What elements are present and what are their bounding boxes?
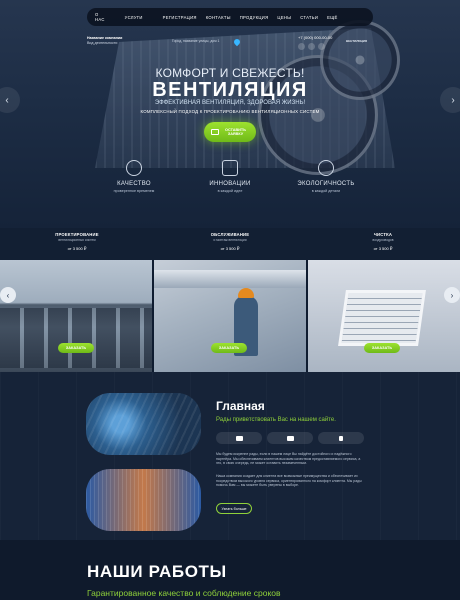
about-ok-button[interactable] — [318, 432, 364, 444]
about-paragraph-1: Мы будем искренне рады, если в нашем лиц… — [216, 452, 361, 466]
feature-subtitle: в каждой детали — [311, 189, 341, 193]
hero-subtitle: ЭФФЕКТИВНАЯ ВЕНТИЛЯЦИЯ, ЗДОРОВАЯ ЖИЗНЬ! — [154, 100, 306, 106]
duct-image — [154, 270, 306, 288]
feature-title: КАЧЕСТВО — [117, 181, 151, 187]
service-price: от 3 500 ₽ — [220, 246, 240, 251]
about-paragraph-2: Наша компания создает для клиента все во… — [216, 474, 362, 488]
address-text: Город, название улицы, дом 1 — [172, 39, 220, 43]
hero-tagline: КОМПЛЕКСНЫЙ ПОДХОД К ПРОЕКТИРОВАНИЮ ВЕНТ… — [140, 109, 320, 114]
fan-blades-image — [86, 469, 201, 531]
leave-request-label: ОСТАВИТЬ ЗАЯВКУ — [225, 127, 246, 137]
service-subtitle: воздуховодов — [372, 238, 394, 242]
feature-quality: КАЧЕСТВО проверенное временем — [89, 160, 179, 193]
feature-title: ИННОВАЦИИ — [209, 181, 251, 187]
nav-item-more[interactable]: ЕЩЁ — [327, 15, 337, 20]
service-maintenance: ОБСЛУЖИВАНИЕ и монтаж вентиляции от 3 50… — [155, 232, 305, 251]
nav-item-products[interactable]: ПРОДУКЦИЯ — [240, 15, 269, 20]
service-title: ПРОЕКТИРОВАНИЕ — [55, 232, 99, 237]
leave-request-button[interactable]: ОСТАВИТЬ ЗАЯВКУ — [204, 122, 256, 142]
youtube-icon — [235, 435, 243, 441]
nav-item-articles[interactable]: СТАТЬИ — [300, 15, 318, 20]
service-cleaning: ЧИСТКА воздуховодов от 3 500 ₽ — [308, 232, 458, 251]
page: О НАС УСЛУГИ РЕГИСТРАЦИЯ КОНТАКТЫ ПРОДУК… — [0, 0, 460, 600]
hard-hat-image — [238, 288, 254, 298]
eco-icon — [318, 160, 334, 176]
nav-item-services[interactable]: УСЛУГИ — [125, 15, 143, 20]
whatsapp-icon[interactable] — [298, 43, 305, 50]
hero-section: О НАС УСЛУГИ РЕГИСТРАЦИЯ КОНТАКТЫ ПРОДУК… — [0, 0, 460, 228]
logo[interactable]: ВЕНТИЛЯЦИЯ — [346, 39, 367, 44]
telegram-icon[interactable] — [308, 43, 315, 50]
feature-title: ЭКОЛОГИЧНОСТЬ — [297, 181, 355, 187]
service-subtitle: вентиляционных систем — [58, 238, 96, 242]
about-vk-button[interactable] — [267, 432, 313, 444]
envelope-icon — [210, 129, 219, 135]
nav-item-about[interactable]: О НАС — [95, 12, 105, 22]
nav-item-registration[interactable]: РЕГИСТРАЦИЯ — [163, 15, 197, 20]
works-subtitle: Гарантированное качество и соблюдение ср… — [87, 588, 281, 598]
about-youtube-button[interactable] — [216, 432, 262, 444]
address-block: Город, название улицы, дом 1 — [172, 37, 242, 48]
leaf-icon — [126, 160, 142, 176]
order-button-cleaning[interactable]: ЗАКАЗАТЬ — [364, 343, 400, 353]
feature-ecology: ЭКОЛОГИЧНОСТЬ в каждой детали — [281, 160, 371, 193]
image-texture — [86, 393, 201, 455]
hero-kicker: КОМФОРТ И СВЕЖЕСТЬ! — [155, 66, 305, 80]
service-price: от 3 500 ₽ — [373, 246, 393, 251]
learn-more-button[interactable]: Узнать больше — [216, 503, 252, 514]
phone-block: +7 (000) 000-00-00 — [298, 35, 332, 50]
company-activity: Вид деятельности — [87, 41, 118, 45]
odnoklassniki-icon — [339, 435, 343, 441]
service-photo-rooftop — [0, 260, 152, 372]
ac-unit-image — [86, 393, 201, 455]
works-title: НАШИ РАБОТЫ — [87, 562, 227, 581]
cassette-unit-image — [338, 290, 426, 346]
about-subtitle: Рады приветствовать Вас на нашем сайте. — [216, 417, 336, 423]
viber-icon[interactable] — [318, 43, 325, 50]
service-price: от 3 500 ₽ — [67, 246, 87, 251]
feature-innovation: ИННОВАЦИИ в каждой идее — [185, 160, 275, 193]
service-design: ПРОЕКТИРОВАНИЕ вентиляционных систем от … — [2, 232, 152, 251]
service-photo-worker — [154, 260, 306, 372]
services-prev-button[interactable]: ‹ — [0, 287, 16, 303]
about-title: Главная — [216, 399, 265, 413]
service-title: ОБСЛУЖИВАНИЕ — [210, 232, 250, 237]
fan-icon — [222, 160, 238, 176]
hero-title: ВЕНТИЛЯЦИЯ — [152, 79, 308, 101]
vk-icon — [286, 435, 294, 441]
phone-social-icons — [298, 43, 332, 50]
feature-subtitle: в каждой идее — [217, 189, 243, 193]
order-button-design[interactable]: ЗАКАЗАТЬ — [58, 343, 94, 353]
order-button-maintenance[interactable]: ЗАКАЗАТЬ — [211, 343, 247, 353]
company-info: Название компании Вид деятельности — [87, 36, 122, 46]
nav-item-prices[interactable]: ЦЕНЫ — [277, 15, 291, 20]
map-pin-icon[interactable] — [232, 37, 242, 47]
nav-item-contacts[interactable]: КОНТАКТЫ — [206, 15, 231, 20]
image-texture — [86, 469, 201, 531]
service-title: ЧИСТКА — [373, 232, 393, 237]
service-photo-cassette — [308, 260, 460, 372]
top-nav: О НАС УСЛУГИ РЕГИСТРАЦИЯ КОНТАКТЫ ПРОДУК… — [87, 8, 373, 26]
phone-number[interactable]: +7 (000) 000-00-00 — [298, 35, 332, 40]
services-next-button[interactable]: › — [444, 287, 460, 303]
service-subtitle: и монтаж вентиляции — [213, 238, 247, 242]
feature-subtitle: проверенное временем — [113, 189, 155, 193]
